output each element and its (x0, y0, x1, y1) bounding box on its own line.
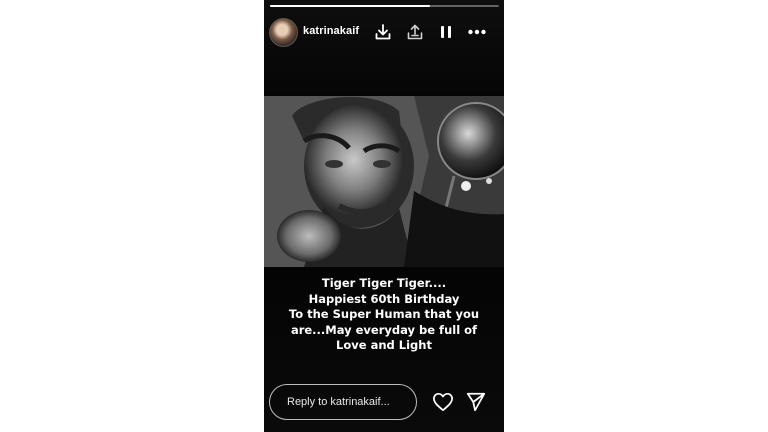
pause-icon[interactable] (435, 21, 457, 43)
story-photo (264, 96, 504, 267)
caption-line: Tiger Tiger Tiger.... (321, 276, 447, 290)
story-progress-fill (270, 5, 431, 7)
caption-line: are...May everyday be full of (290, 322, 478, 337)
send-icon[interactable] (464, 390, 488, 414)
heart-icon[interactable] (431, 390, 455, 414)
story-progress-bar (270, 5, 499, 7)
share-to-icon[interactable] (404, 21, 426, 43)
reply-input[interactable]: Reply to katrinakaif... (269, 384, 417, 420)
more-options-icon[interactable] (466, 21, 488, 43)
story-caption: Tiger Tiger Tiger.... Happiest 60th Birth… (264, 276, 504, 354)
caption-line: Love and Light (336, 338, 432, 352)
download-icon[interactable] (372, 21, 394, 43)
caption-line: Happiest 60th Birthday (308, 291, 460, 306)
avatar[interactable] (269, 18, 298, 47)
story-viewer: katrinakaif Tiger Tiger Tiger.... Happie… (264, 0, 504, 432)
caption-line: To the Super Human that you (288, 307, 480, 321)
username[interactable]: katrinakaif (303, 25, 359, 37)
story-header: katrinakaif (268, 17, 500, 47)
